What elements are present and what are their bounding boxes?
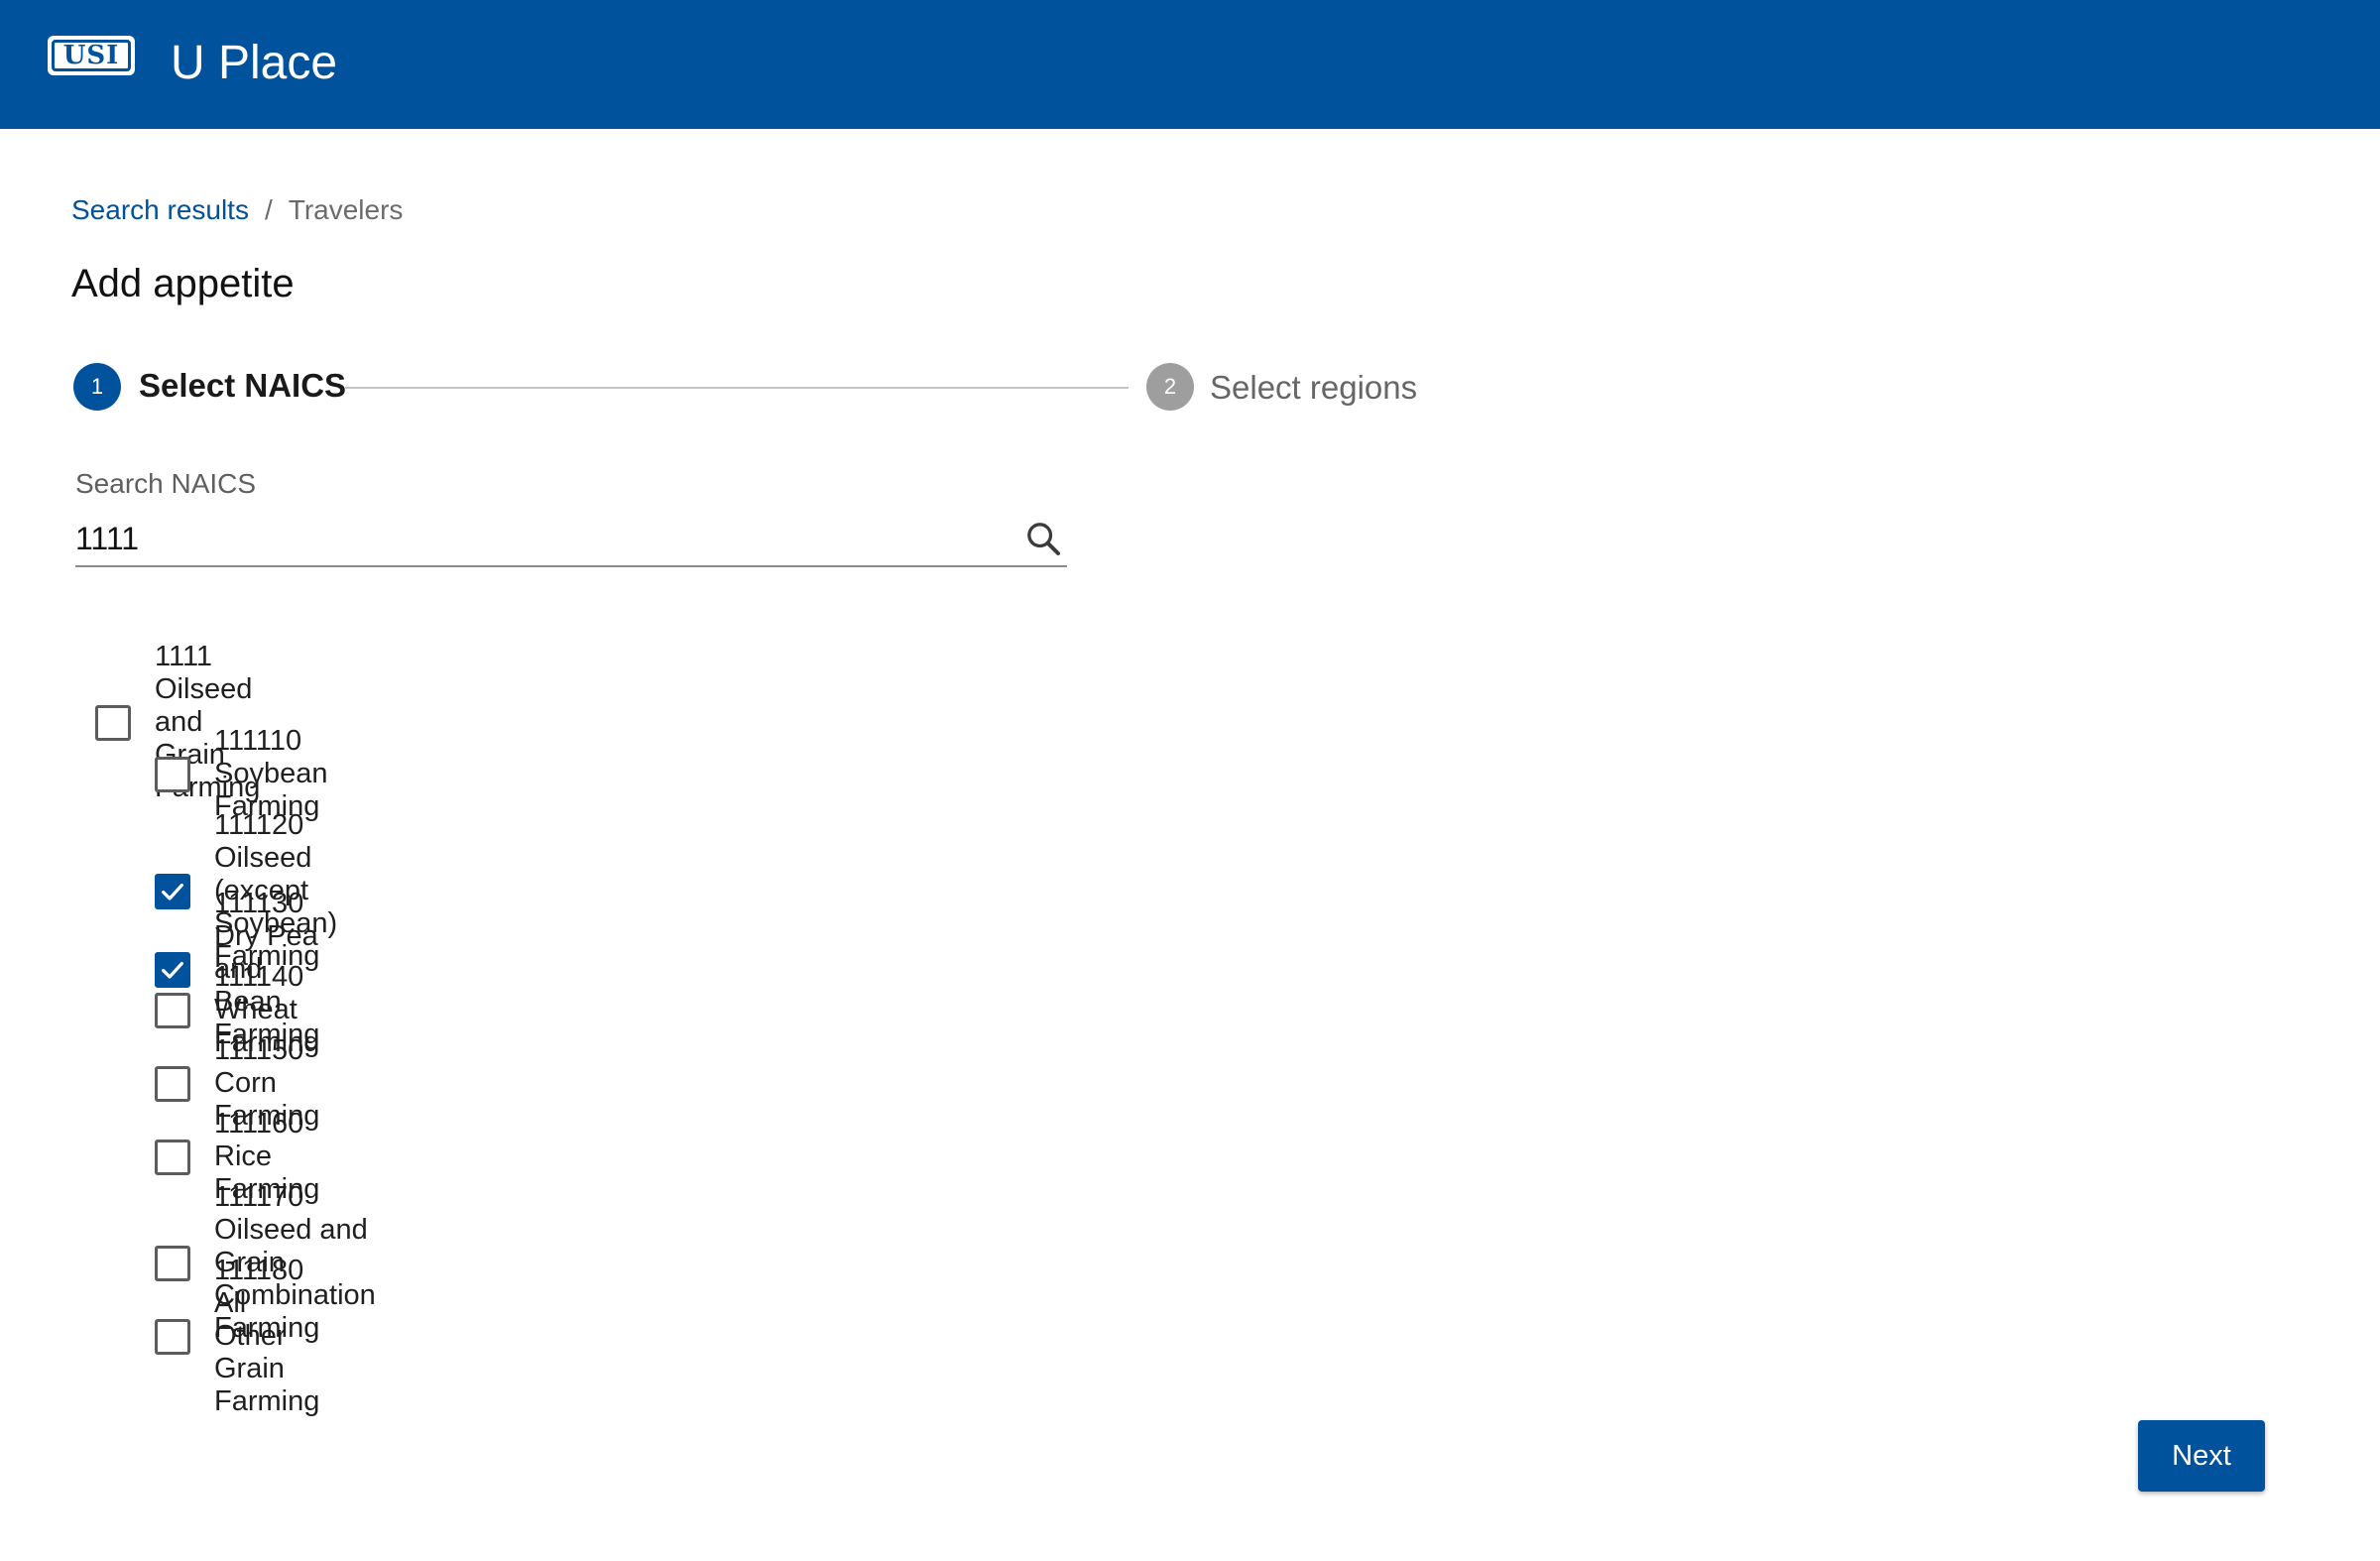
naics-search: Search NAICS <box>75 466 1067 567</box>
page-title: Add appetite <box>71 262 295 305</box>
app-header: USI U Place <box>0 0 2380 129</box>
checkbox[interactable] <box>155 1318 190 1355</box>
breadcrumb: Search results / Travelers <box>71 192 403 228</box>
usi-logo[interactable]: USI <box>48 36 135 75</box>
logo-text: USI <box>52 40 131 71</box>
breadcrumb-search-results-link[interactable]: Search results <box>71 192 249 228</box>
stepper: 1 Select NAICS 2 Select regions <box>73 363 1422 413</box>
checkbox[interactable] <box>95 704 131 741</box>
step-1-indicator: 1 <box>73 363 121 411</box>
checkbox[interactable] <box>155 756 190 792</box>
checkbox[interactable] <box>155 992 190 1028</box>
breadcrumb-current: Travelers <box>288 194 404 225</box>
naics-child-item[interactable]: 111180 All Other Grain Farming <box>155 1255 319 1418</box>
checkbox[interactable] <box>155 1139 190 1175</box>
app-title: U Place <box>171 37 338 89</box>
search-label: Search NAICS <box>75 468 257 499</box>
search-input[interactable] <box>75 520 968 557</box>
step-2-label[interactable]: Select regions <box>1210 369 1417 407</box>
naics-label: 111180 All Other Grain Farming <box>214 1255 320 1417</box>
checkbox[interactable] <box>155 1065 190 1102</box>
search-icon[interactable] <box>1023 519 1063 558</box>
search-field <box>75 512 1067 567</box>
step-connector <box>345 387 1129 389</box>
next-button[interactable]: Next <box>2138 1420 2265 1492</box>
step-2-indicator: 2 <box>1146 363 1194 411</box>
step-1-label[interactable]: Select NAICS <box>139 367 346 405</box>
breadcrumb-separator: / <box>264 194 273 225</box>
